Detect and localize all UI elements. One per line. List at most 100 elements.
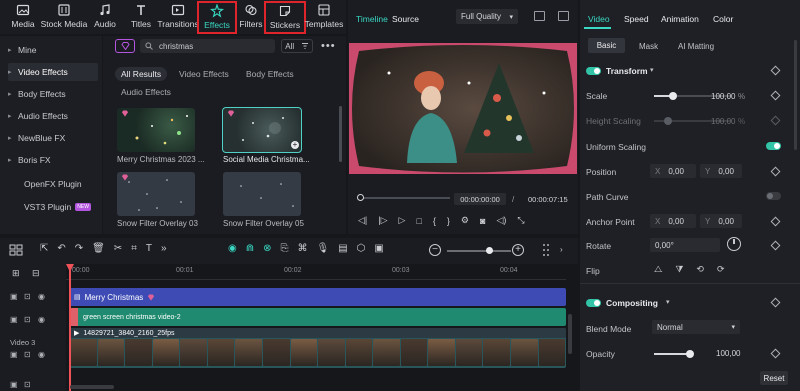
keyframe-icon[interactable] <box>770 240 781 251</box>
toolbar-effects[interactable]: Effects <box>197 1 237 34</box>
voiceover-icon[interactable]: ▤ <box>338 243 347 254</box>
playhead[interactable] <box>69 264 71 391</box>
anchor-x-field[interactable]: X 0,00 <box>650 214 696 228</box>
effect-thumbnail[interactable] <box>223 172 301 216</box>
play-icon[interactable]: ▷ <box>399 215 406 226</box>
flip-horizontal-icon[interactable]: ⧍ <box>654 264 662 275</box>
eye-icon[interactable]: ◉ <box>38 292 45 301</box>
keyframe-icon[interactable] <box>770 216 781 227</box>
nav-item-openfx-plugin[interactable]: OpenFX Plugin <box>8 175 98 193</box>
camera-icon[interactable]: ◙ <box>480 216 485 226</box>
toolbar-filters[interactable]: Filters <box>238 2 264 32</box>
crop-icon[interactable]: ⌗ <box>131 243 137 254</box>
chevron-down-icon[interactable]: ▾ <box>666 298 670 306</box>
tab-body-effects[interactable]: Body Effects <box>246 69 294 79</box>
marker-icon[interactable]: ⌘ <box>298 243 308 254</box>
compositing-toggle[interactable] <box>586 299 601 307</box>
delete-icon[interactable]: 🗑 <box>92 243 105 254</box>
effects-scrollbar[interactable] <box>339 106 342 162</box>
subtab-ai-matting[interactable]: AI Matting <box>678 42 714 51</box>
tab-timeline[interactable]: Timeline <box>356 14 388 24</box>
nav-item-audio-effects[interactable]: ▸ Audio Effects <box>8 107 98 125</box>
effect-thumbnail[interactable] <box>117 172 195 216</box>
rotate-right-icon[interactable]: ⟳ <box>717 264 725 275</box>
chevron-right-icon[interactable]: › <box>560 245 563 254</box>
transform-toggle[interactable] <box>586 67 601 75</box>
eye-icon[interactable]: ◉ <box>38 315 45 324</box>
toolbar-templates[interactable]: Templates <box>305 2 343 32</box>
toolbar-stock-media[interactable]: Stock Media <box>40 2 88 32</box>
add-icon[interactable]: + <box>291 141 299 149</box>
keyframe-icon[interactable] <box>770 297 781 308</box>
tab-audio-effects[interactable]: Audio Effects <box>121 87 171 97</box>
link-tracks-icon[interactable]: ⊟ <box>32 268 40 279</box>
uniform-scaling-toggle[interactable] <box>766 142 781 150</box>
blend-mode-dropdown[interactable]: Normal ▾ <box>652 320 740 334</box>
add-track-icon[interactable]: ⊞ <box>12 268 20 279</box>
scale-slider-knob[interactable] <box>669 92 677 100</box>
filter-dropdown[interactable]: All <box>281 39 313 53</box>
auto-ripple-icon[interactable]: ◉ <box>228 243 237 254</box>
magnet-icon[interactable]: ⋒ <box>246 243 254 254</box>
properties-scrollbar[interactable] <box>794 40 797 150</box>
search-box[interactable]: christmas <box>140 39 275 53</box>
nav-item-body-effects[interactable]: ▸ Body Effects <box>8 85 98 103</box>
tab-animation[interactable]: Animation <box>661 14 699 24</box>
timeline-ruler[interactable]: 00:00 00:01 00:02 00:03 00:04 <box>66 264 566 280</box>
position-y-field[interactable]: Y 0,00 <box>700 164 742 178</box>
tab-color[interactable]: Color <box>713 14 733 24</box>
tab-all-results[interactable]: All Results <box>115 67 168 81</box>
video-preview[interactable] <box>349 43 577 174</box>
toolbar-audio[interactable]: Audio <box>92 2 118 32</box>
lock-icon[interactable]: ⊡ <box>24 315 31 324</box>
rotate-field[interactable]: 0,00° <box>650 238 720 252</box>
tab-speed[interactable]: Speed <box>624 14 649 24</box>
preview-progress-track[interactable] <box>360 197 450 199</box>
zoom-slider-track[interactable] <box>447 250 511 252</box>
link-icon[interactable]: ⊗ <box>263 243 271 254</box>
more-options-icon[interactable]: ••• <box>321 40 336 52</box>
stop-icon[interactable]: □ <box>416 216 421 226</box>
ai-icon[interactable]: ⬡ <box>357 243 366 254</box>
mark-in-icon[interactable]: { <box>433 216 436 226</box>
render-icon[interactable]: ⎘ <box>281 243 289 254</box>
video-clip[interactable]: green screen christmas video-2 <box>70 308 566 326</box>
reset-button[interactable]: Reset <box>760 371 788 385</box>
keyframe-icon[interactable] <box>770 166 781 177</box>
tab-video-effects[interactable]: Video Effects <box>179 69 229 79</box>
preview-progress-knob[interactable] <box>357 194 364 201</box>
quality-dropdown[interactable]: Full Quality ▾ <box>456 9 518 24</box>
favorites-button[interactable] <box>115 39 135 53</box>
clip-trim-handle[interactable] <box>70 308 78 326</box>
path-curve-toggle[interactable] <box>766 192 781 200</box>
redo-icon[interactable]: ↷ <box>75 243 83 254</box>
text-tool-icon[interactable]: T <box>146 243 152 254</box>
undo-icon[interactable]: ↶ <box>57 243 65 254</box>
keyframe-icon[interactable] <box>770 348 781 359</box>
zoom-slider-knob[interactable] <box>486 247 493 254</box>
keyframe-icon[interactable] <box>770 90 781 101</box>
volume-icon[interactable]: ◁) <box>496 215 506 226</box>
zoom-out-icon[interactable]: − <box>429 244 441 256</box>
tab-source[interactable]: Source <box>392 14 419 24</box>
nav-item-boris-fx[interactable]: ▸ Boris FX <box>8 151 98 169</box>
toolbar-stickers[interactable]: Stickers <box>264 1 306 34</box>
nav-item-newblue-fx[interactable]: ▸ NewBlue FX <box>8 129 98 147</box>
rotate-left-icon[interactable]: ⟲ <box>696 264 704 275</box>
select-tool-icon[interactable]: ⇱ <box>40 243 48 254</box>
split-icon[interactable]: ✂ <box>114 243 122 254</box>
opacity-slider-knob[interactable] <box>686 350 694 358</box>
eye-icon[interactable]: ◉ <box>38 350 45 359</box>
layout-grid-icon[interactable] <box>9 244 23 256</box>
search-input[interactable]: christmas <box>159 42 193 51</box>
nav-item-vst3-plugin[interactable]: VST3 Plugin NEW <box>8 198 98 216</box>
toolbar-media[interactable]: Media <box>10 2 36 32</box>
effect-clip[interactable]: ▤ Merry Christmas <box>70 288 566 306</box>
keyframe-icon[interactable] <box>770 65 781 76</box>
mic-icon[interactable]: 🎙 <box>317 243 330 254</box>
flip-vertical-icon[interactable]: ⧩ <box>675 264 683 275</box>
toolbar-transitions[interactable]: Transitions <box>157 2 199 32</box>
subtab-mask[interactable]: Mask <box>639 42 658 51</box>
position-x-field[interactable]: X 0,00 <box>650 164 696 178</box>
scale-value[interactable]: 100,00 <box>711 92 735 101</box>
